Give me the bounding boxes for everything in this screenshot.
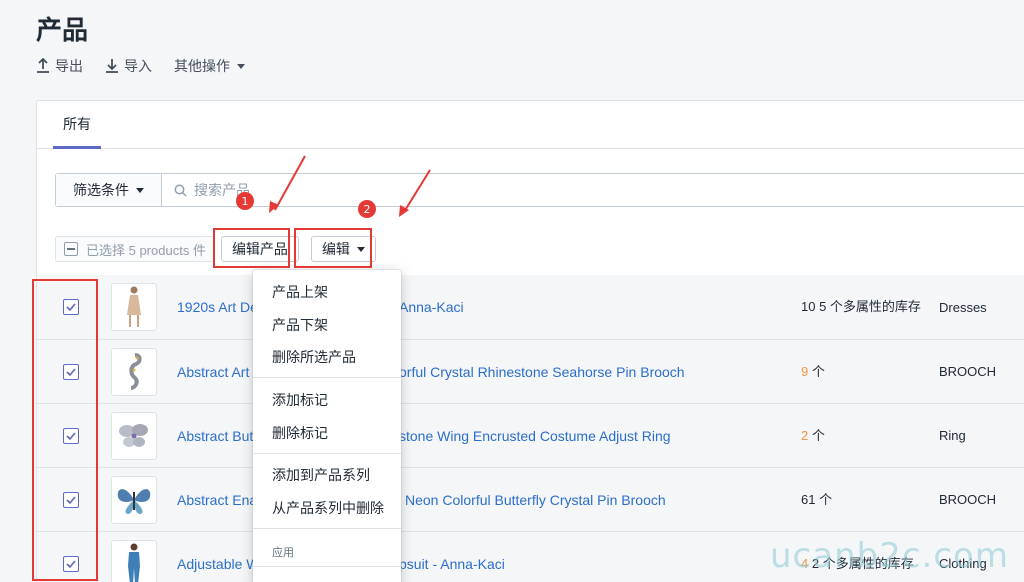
watermark: ucanb2c.com — [770, 536, 1009, 576]
arrow-to-edit-dropdown — [403, 169, 431, 213]
arrow-to-edit-products — [274, 155, 306, 211]
annotation-arrows — [269, 155, 431, 217]
